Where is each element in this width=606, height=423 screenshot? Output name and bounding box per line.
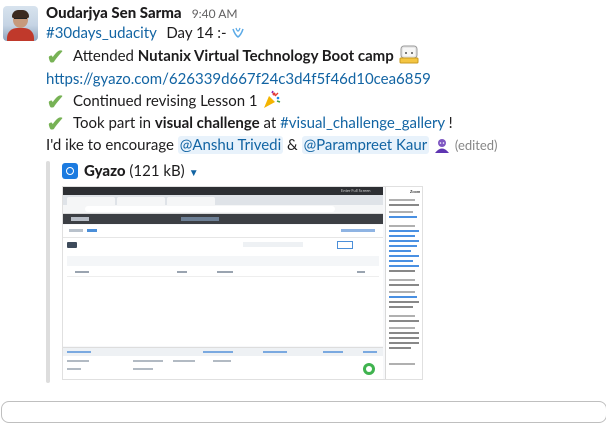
message-header: Oudarjya Sen Sarma 9:40 AM (46, 3, 238, 23)
preview-chat-icon (363, 363, 375, 375)
screenshot-preview[interactable]: Enter Full Screen Zoom (62, 186, 423, 380)
message: Oudarjya Sen Sarma 9:40 AM #30days_udaci… (0, 0, 606, 392)
dancer-icon (433, 138, 451, 160)
line4-end: ! (444, 114, 453, 132)
preview-app-header (63, 214, 383, 224)
preview-toolbar (63, 225, 383, 238)
preview-side-title: Zoom (410, 189, 421, 194)
channel-link[interactable]: #visual_challenge_gallery (280, 114, 445, 132)
message-composer[interactable] (1, 401, 606, 423)
attachment: Gyazo (121 kB) ▼ Enter Full Screen Zoom (46, 161, 426, 383)
line4-pre: Took part in (73, 114, 155, 132)
preview-bottom-bar (63, 347, 383, 356)
line-bootcamp: ✔ Attended Nutanix Virtual Technology Boo… (46, 45, 420, 67)
check-mark-icon: ✔ (46, 89, 65, 114)
check-mark-icon: ✔ (46, 111, 65, 136)
attachment-header: Gyazo (121 kB) ▼ (62, 161, 199, 181)
mention-parampreet[interactable]: @Parampreet Kaur (301, 136, 430, 154)
line-challenge: ✔ Took part in visual challenge at #visua… (46, 112, 453, 134)
line-encourage-text: I'd ike to encourage @Anshu Trivedi & @P… (46, 134, 497, 156)
author-name[interactable]: Oudarjya Sen Sarma (46, 4, 182, 22)
encourage-text: I'd ike to encourage (46, 136, 178, 154)
preview-table (63, 238, 383, 346)
hashtag-link[interactable]: #30days_udacity (46, 24, 156, 42)
edited-label: (edited) (454, 137, 498, 153)
avatar[interactable] (3, 6, 38, 41)
gyazo-logo-icon (62, 163, 78, 179)
attachment-bar (46, 161, 50, 383)
preview-browser-bar: Enter Full Screen (63, 187, 383, 195)
bootcamp-name: Nutanix Virtual Technology Boot camp (137, 47, 394, 65)
mention-anshu[interactable]: @Anshu Trivedi (177, 136, 284, 154)
line-lesson: ✔ Continued revising Lesson 1 (46, 90, 281, 112)
preview-tabs (63, 195, 383, 205)
line4-mid: at (259, 114, 281, 132)
service-name[interactable]: Gyazo (84, 162, 126, 180)
line-hashtag: #30days_udacity Day 14 :- (46, 22, 246, 44)
preview-fullscreen-button: Enter Full Screen (341, 188, 371, 193)
lesson-text: Continued revising Lesson 1 (73, 92, 258, 110)
chevron-down-icon[interactable]: ▼ (189, 167, 199, 179)
line-link: https://gyazo.com/626339d667f24c3d4f5f46… (46, 68, 431, 90)
timestamp[interactable]: 9:40 AM (192, 6, 238, 21)
ampersand: & (283, 136, 302, 154)
challenge-name: visual challenge (154, 114, 260, 132)
preview-url-bar (63, 205, 383, 214)
preview-detail-panel (63, 356, 383, 379)
preview-side-panel: Zoom (385, 187, 422, 379)
day-text: Day 14 :- (166, 24, 227, 42)
file-size: (121 kB) (129, 162, 185, 180)
gyazo-url-link[interactable]: https://gyazo.com/626339d667f24c3d4f5f46… (46, 70, 431, 88)
line1-pre: Attended (73, 47, 138, 65)
check-mark-icon: ✔ (46, 44, 65, 69)
